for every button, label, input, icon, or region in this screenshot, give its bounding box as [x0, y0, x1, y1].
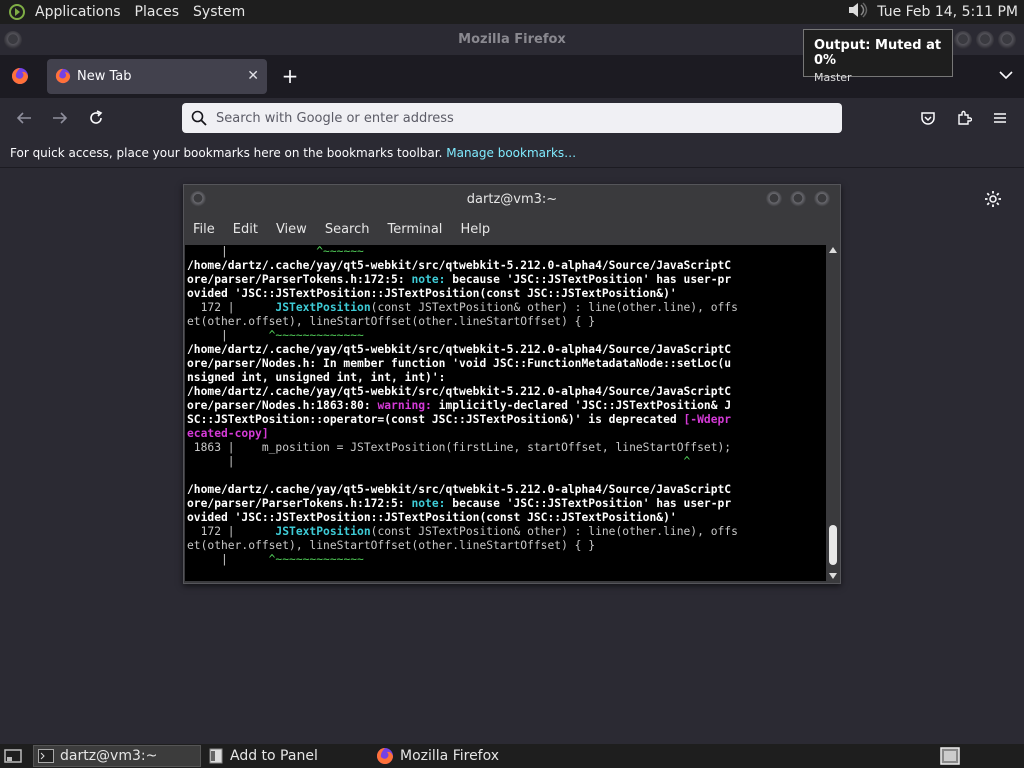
osd-subtitle: Master [814, 71, 852, 84]
hamburger-menu-icon[interactable] [990, 108, 1010, 128]
gear-icon[interactable] [984, 190, 1002, 208]
window-close-button[interactable] [998, 31, 1016, 49]
taskbar-item-label: Add to Panel [230, 748, 318, 764]
volume-osd: Output: Muted at 0% Master [803, 29, 953, 84]
terminal-menubar: File Edit View Search Terminal Help [184, 217, 840, 243]
bookmarks-hint-text: For quick access, place your bookmarks h… [10, 146, 443, 160]
taskbar-item-terminal[interactable]: dartz@vm3:~ [33, 745, 201, 767]
bottom-taskbar: dartz@vm3:~ Add to Panel Mozilla Firefox [0, 744, 1024, 768]
firefox-icon[interactable] [11, 67, 29, 85]
bookmarks-toolbar: For quick access, place your bookmarks h… [0, 139, 1024, 168]
clock[interactable]: Tue Feb 14, 5:11 PM [877, 4, 1018, 20]
search-icon [191, 110, 207, 126]
url-bar[interactable] [182, 103, 842, 133]
forward-arrow-icon[interactable] [50, 108, 70, 128]
menu-applications[interactable]: Applications [28, 0, 128, 24]
system-top-panel: Applications Places System Tue Feb 14, 5… [0, 0, 1024, 24]
terminal-maximize-button[interactable] [790, 191, 806, 207]
show-desktop-icon[interactable] [0, 745, 26, 767]
search-input[interactable] [216, 103, 826, 133]
terminal-icon [38, 749, 54, 763]
terminal-text: | ^~~~~~~ /home/dartz/.cache/yay/qt5-web… [187, 245, 738, 566]
terminal-scrollbar[interactable] [827, 245, 839, 581]
terminal-menu-search[interactable]: Search [316, 217, 379, 243]
taskbar-item-firefox[interactable]: Mozilla Firefox [372, 745, 552, 767]
tab-new-tab[interactable]: New Tab ✕ [47, 59, 267, 94]
firefox-icon [377, 748, 393, 764]
pocket-icon[interactable] [918, 108, 938, 128]
chevron-down-icon[interactable] [998, 67, 1014, 83]
terminal-close-button[interactable] [814, 191, 830, 207]
terminal-menu-view[interactable]: View [267, 217, 316, 243]
extensions-icon[interactable] [954, 108, 974, 128]
terminal-menu-terminal[interactable]: Terminal [378, 217, 451, 243]
terminal-menu-edit[interactable]: Edit [224, 217, 267, 243]
speaker-muted-icon[interactable] [847, 0, 869, 24]
reload-icon[interactable] [86, 108, 106, 128]
menu-places[interactable]: Places [128, 0, 187, 24]
tab-label: New Tab [77, 69, 132, 84]
window-maximize-button[interactable] [976, 31, 994, 49]
terminal-minimize-button[interactable] [766, 191, 782, 207]
close-icon[interactable]: ✕ [247, 59, 259, 94]
taskbar-item-add-to-panel[interactable]: Add to Panel [204, 745, 364, 767]
menu-system[interactable]: System [186, 0, 252, 24]
scroll-thumb[interactable] [829, 525, 837, 565]
scroll-up-icon[interactable] [829, 247, 837, 253]
back-arrow-icon[interactable] [14, 108, 34, 128]
window-menu-button[interactable] [4, 31, 22, 49]
plus-icon[interactable]: + [280, 63, 300, 89]
terminal-menu-file[interactable]: File [184, 217, 224, 243]
terminal-window[interactable]: dartz@vm3:~ File Edit View Search Termin… [183, 184, 841, 584]
taskbar-item-label: Mozilla Firefox [400, 748, 500, 764]
terminal-output[interactable]: | ^~~~~~~ /home/dartz/.cache/yay/qt5-web… [185, 245, 826, 581]
terminal-title: dartz@vm3:~ [466, 192, 558, 207]
scroll-down-icon[interactable] [829, 573, 837, 579]
window-minimize-button[interactable] [954, 31, 972, 49]
mate-logo-icon[interactable] [6, 1, 28, 23]
terminal-menu-help[interactable]: Help [451, 217, 499, 243]
workspace-icon[interactable] [936, 745, 962, 767]
panel-icon [209, 748, 223, 764]
osd-title: Output: Muted at 0% [814, 38, 942, 68]
navigation-toolbar [0, 98, 1024, 139]
manage-bookmarks-link[interactable]: Manage bookmarks… [446, 146, 576, 160]
firefox-icon [55, 68, 71, 84]
taskbar-item-label: dartz@vm3:~ [60, 748, 158, 764]
